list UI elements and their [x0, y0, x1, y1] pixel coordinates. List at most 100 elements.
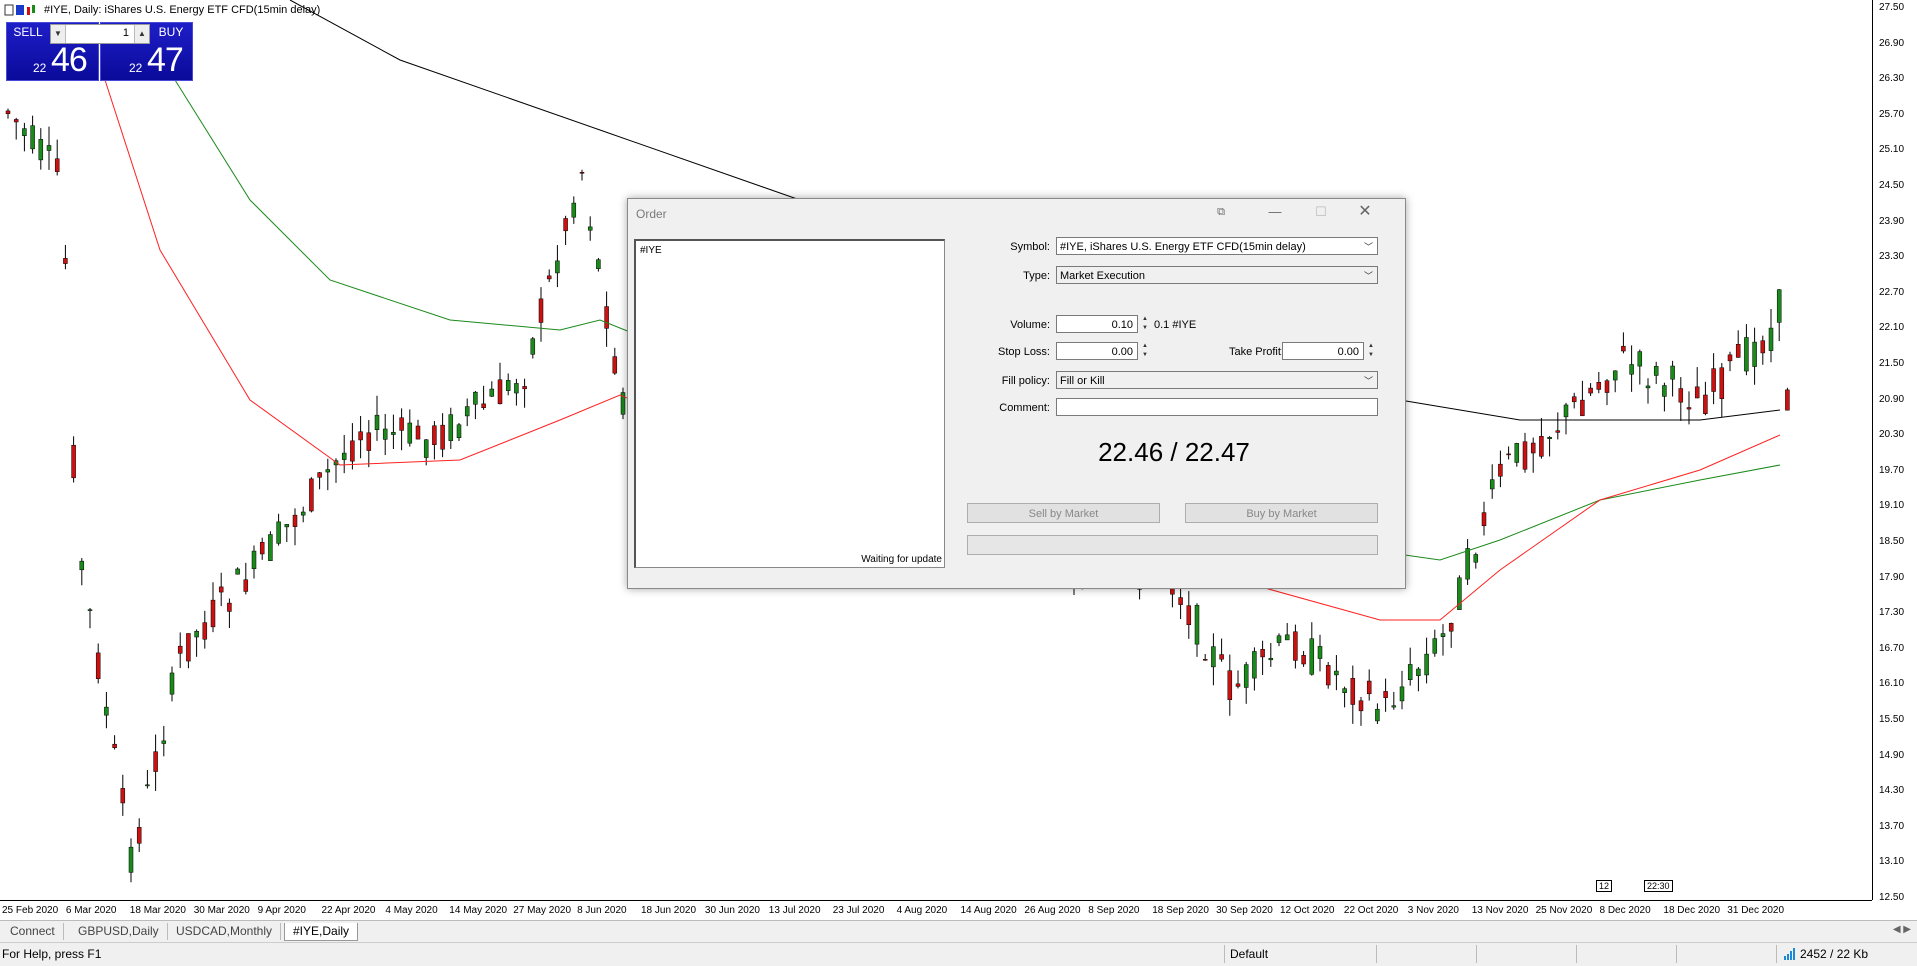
- type-select[interactable]: Market Execution ﹀: [1056, 266, 1378, 284]
- maximize-icon[interactable]: ☐: [1311, 203, 1331, 221]
- price-axis[interactable]: 27.50 26.90 26.30 25.70 25.10 24.50 23.90 23.30…: [1872, 0, 1917, 903]
- order-dialog: Order ⧉ — ☐ ✕ #IYE Waiting for update Sy…: [627, 198, 1406, 589]
- candle: [268, 534, 273, 561]
- candle: [1301, 655, 1306, 665]
- sell-by-market-button[interactable]: Sell by Market: [967, 503, 1160, 523]
- tab-gbpusd-daily[interactable]: GBPUSD,Daily: [70, 923, 168, 940]
- chart-title: #IYE, Daily: iShares U.S. Energy ETF CFD…: [44, 4, 321, 16]
- candle: [153, 751, 158, 772]
- candle: [1284, 634, 1290, 641]
- candle: [1268, 658, 1274, 661]
- candle: [276, 521, 281, 544]
- candle: [1473, 554, 1479, 563]
- candle: [79, 560, 85, 571]
- candle: [456, 424, 462, 439]
- candle: [1276, 635, 1282, 643]
- candle: [391, 431, 396, 435]
- candle: [309, 478, 314, 512]
- candle: [358, 431, 363, 441]
- price-tick-label: 21.50: [1879, 358, 1905, 369]
- volume-up-icon[interactable]: ▲: [134, 25, 149, 43]
- candle: [366, 432, 372, 451]
- takeprofit-field[interactable]: 0.00: [1282, 342, 1364, 360]
- date-tick-label: 25 Nov 2020: [1535, 905, 1593, 916]
- sell-price-small: 22: [33, 61, 47, 75]
- symbol-select[interactable]: #IYE, iShares U.S. Energy ETF CFD(15min …: [1056, 237, 1378, 255]
- candle: [300, 511, 306, 516]
- stoploss-field[interactable]: 0.00: [1056, 342, 1138, 360]
- candle: [546, 275, 552, 280]
- candle: [530, 338, 536, 355]
- candle: [1744, 337, 1749, 372]
- date-tick-label: 30 Sep 2020: [1216, 905, 1273, 916]
- close-icon[interactable]: ✕: [1355, 203, 1375, 221]
- candle: [95, 652, 101, 679]
- candle: [1580, 399, 1585, 417]
- price-tick-label: 23.30: [1879, 251, 1905, 263]
- candle: [1399, 686, 1405, 702]
- tab-usdcad-monthly[interactable]: USDCAD,Monthly: [168, 923, 282, 940]
- fillpolicy-select[interactable]: Fill or Kill ﹀: [1056, 371, 1378, 389]
- candle: [341, 452, 347, 460]
- price-tick-label: 19.70: [1879, 464, 1905, 476]
- price-tick-label: 26.90: [1879, 37, 1905, 49]
- buy-by-market-button[interactable]: Buy by Market: [1185, 503, 1378, 523]
- takeprofit-spin-icon[interactable]: ▲ ▼: [1365, 342, 1377, 360]
- candle: [1768, 327, 1774, 351]
- price-tick-label: 20.90: [1879, 393, 1905, 405]
- takeprofit-label: Take Profit:: [1228, 346, 1284, 358]
- candle: [1366, 680, 1372, 695]
- tab-connect[interactable]: Connect: [2, 923, 64, 940]
- candle: [1178, 597, 1183, 605]
- candle: [1629, 364, 1634, 375]
- date-axis[interactable]: 25 Feb 2020 6 Mar 2020 18 Mar 2020 30 Mar 2…: [0, 900, 1872, 921]
- date-tick-label: 13 Nov 2020: [1471, 905, 1529, 916]
- candle: [350, 440, 355, 462]
- volume-spin-icon[interactable]: ▲ ▼: [1139, 315, 1151, 333]
- minimize-icon[interactable]: —: [1265, 203, 1285, 221]
- volume-down-icon[interactable]: ▼: [51, 25, 66, 43]
- candle: [1358, 700, 1364, 712]
- candle: [30, 125, 35, 150]
- tab-iye-daily[interactable]: #IYE,Daily: [284, 923, 359, 941]
- price-tick-label: 23.90: [1879, 215, 1905, 227]
- volume-stepper[interactable]: ▼ 1 ▲: [50, 24, 150, 44]
- price-tick-label: 13.70: [1879, 820, 1905, 832]
- candle: [46, 145, 52, 151]
- stoploss-spin-icon[interactable]: ▲ ▼: [1139, 342, 1151, 360]
- date-tick-label: 14 May 2020: [449, 905, 508, 916]
- buy-label: BUY: [158, 25, 184, 39]
- candle: [1416, 668, 1421, 676]
- volume-value[interactable]: 1: [123, 27, 129, 39]
- price-tick-label: 14.90: [1879, 749, 1905, 761]
- candle: [1350, 678, 1356, 705]
- symbol-value: #IYE, iShares U.S. Energy ETF CFD(15min …: [1060, 241, 1306, 253]
- date-tick-label: 25 Feb 2020: [2, 905, 59, 916]
- candle: [1211, 646, 1216, 668]
- status-profile[interactable]: Default: [1230, 947, 1268, 961]
- date-tick-label: 3 Nov 2020: [1407, 905, 1459, 916]
- candle: [596, 259, 601, 269]
- candle: [218, 586, 224, 593]
- candle: [481, 403, 486, 408]
- date-tick-label: 8 Dec 2020: [1599, 905, 1651, 916]
- price-tick-label: 16.10: [1879, 678, 1905, 690]
- candle: [374, 414, 380, 431]
- date-tick-label: 23 Jul 2020: [832, 905, 885, 916]
- sell-price-big: 46: [51, 41, 88, 79]
- candle: [1604, 380, 1610, 393]
- price-tick-label: 16.70: [1879, 642, 1905, 654]
- price-tick-label: 25.70: [1879, 108, 1905, 120]
- candle: [227, 602, 232, 612]
- type-label: Type:: [1023, 270, 1050, 282]
- candle: [497, 379, 503, 405]
- comment-field[interactable]: [1056, 398, 1378, 416]
- price-tick-label: 13.10: [1879, 856, 1905, 868]
- candle: [579, 172, 585, 174]
- tick-symbol: #IYE: [640, 245, 662, 256]
- candle: [22, 128, 27, 136]
- candle: [1637, 351, 1643, 367]
- candle: [1703, 394, 1708, 414]
- tab-scroll-icon[interactable]: ◀ ▶: [1893, 924, 1911, 935]
- volume-field[interactable]: 0.10: [1056, 315, 1138, 333]
